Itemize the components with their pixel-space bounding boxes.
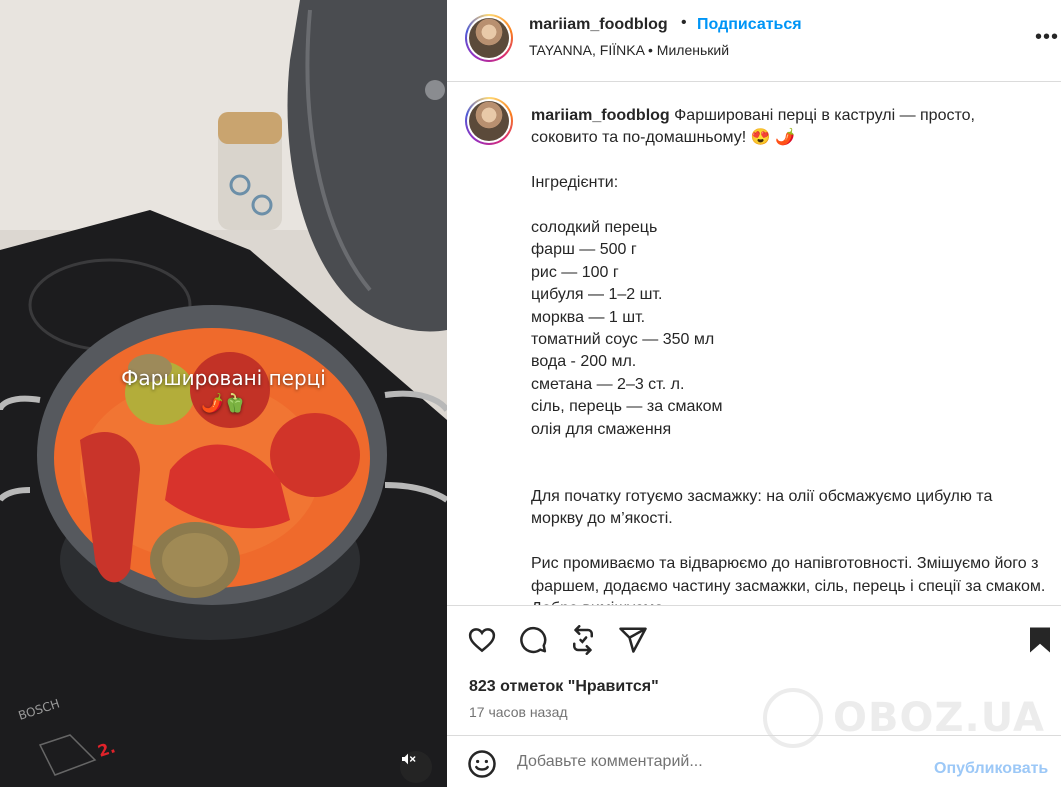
heart-icon[interactable]	[467, 625, 497, 655]
caption-body: Фаршировані перці в каструлі — просто, с…	[531, 107, 1046, 605]
speaker-muted-icon	[402, 753, 416, 765]
overlay-title: Фаршировані перці	[121, 366, 326, 390]
audio-info[interactable]: TAYANNA, FIÏNKA • Миленький	[529, 42, 729, 58]
post-media[interactable]: BOSCH 2. Фаршировані перці 🌶️🫑	[0, 0, 447, 787]
caption-username[interactable]: mariiam_foodblog	[531, 107, 670, 124]
post-comment-button[interactable]: Опубликовать	[934, 760, 1048, 778]
post-panel: mariiam_foodblog • Подписаться TAYANNA, …	[447, 0, 1061, 787]
author-avatar[interactable]	[465, 14, 513, 62]
comment-icon[interactable]	[518, 625, 548, 655]
header-separator: •	[681, 14, 687, 31]
author-username[interactable]: mariiam_foodblog	[529, 16, 668, 34]
smiley-icon[interactable]	[467, 749, 497, 779]
overlay-emoji: 🌶️🫑	[201, 393, 246, 414]
caption-text-block: mariiam_foodblog Фаршировані перці в кас…	[531, 105, 1046, 605]
follow-button[interactable]: Подписаться	[697, 16, 802, 34]
more-options-button[interactable]: •••	[1035, 26, 1059, 49]
more-horizontal-icon: •••	[1035, 26, 1060, 48]
share-icon[interactable]	[618, 625, 648, 655]
like-count[interactable]: 823 отметок "Нравится"	[469, 678, 659, 696]
post-timestamp[interactable]: 17 часов назад	[469, 704, 568, 720]
mute-button[interactable]	[400, 751, 432, 783]
video-overlay-text: Фаршировані перці 🌶️🫑	[0, 366, 447, 414]
caption-area: mariiam_foodblog Фаршировані перці в кас…	[447, 83, 1061, 605]
comment-input[interactable]	[517, 750, 917, 774]
caption-avatar[interactable]	[465, 97, 513, 145]
comment-bar: Опубликовать	[447, 735, 1061, 787]
repost-icon[interactable]	[568, 625, 598, 655]
action-bar: OBOZ.UA 823 отметок "Нравится" 17 часов …	[447, 605, 1061, 748]
bookmark-icon[interactable]	[1025, 625, 1055, 655]
post-header: mariiam_foodblog • Подписаться TAYANNA, …	[447, 0, 1061, 82]
